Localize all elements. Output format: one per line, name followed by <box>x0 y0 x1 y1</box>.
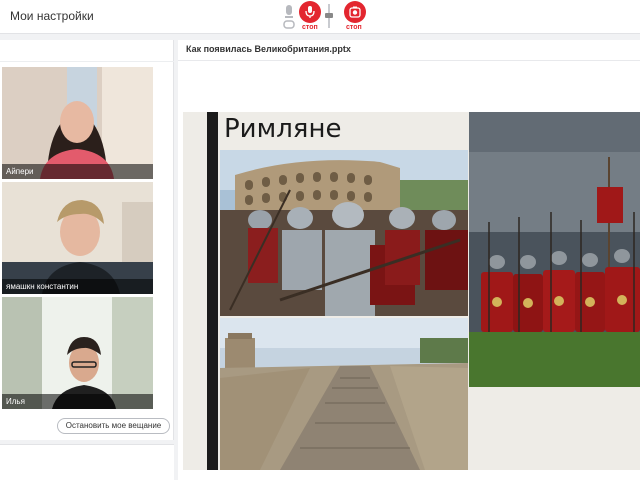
participant-video <box>2 67 153 179</box>
participant-video <box>2 297 153 409</box>
settings-title[interactable]: Мои настройки <box>10 9 94 23</box>
microphone-icon <box>305 6 315 18</box>
participant-video-tile[interactable]: Айпери <box>2 67 153 179</box>
stop-mic-label: стоп <box>302 24 318 31</box>
presentation-file-name: Как появилась Великобритания.pptx <box>186 44 351 54</box>
stop-broadcast-button[interactable]: Остановить мое вещание <box>57 418 170 434</box>
participant-video-tile[interactable]: Илья <box>2 297 153 409</box>
participant-video-tile[interactable]: ямашкн константин <box>2 182 153 294</box>
mic-level-icon[interactable] <box>283 4 295 30</box>
header-divider <box>178 60 640 61</box>
roman-legionaries-image <box>220 150 468 316</box>
top-bar: Мои настройки стоп стоп <box>0 0 640 34</box>
stop-mic-button[interactable] <box>299 1 321 23</box>
slide-accent-bar <box>207 112 218 470</box>
volume-slider-knob[interactable] <box>325 13 333 18</box>
roman-legion-field-image <box>469 112 640 387</box>
participant-name: Айпери <box>2 164 153 179</box>
participant-name: ямашкн константин <box>2 279 153 294</box>
slide-title: Римляне <box>224 114 342 144</box>
participants-header <box>0 40 174 62</box>
presentation-slide: Римляне <box>183 112 640 470</box>
participant-name: Илья <box>2 394 153 409</box>
roman-road-image <box>220 318 468 470</box>
left-bottom-panel <box>0 444 174 480</box>
participant-video <box>2 182 153 294</box>
stop-camera-label: стоп <box>346 24 362 31</box>
stop-camera-button[interactable] <box>344 1 366 23</box>
camera-icon <box>349 6 361 18</box>
